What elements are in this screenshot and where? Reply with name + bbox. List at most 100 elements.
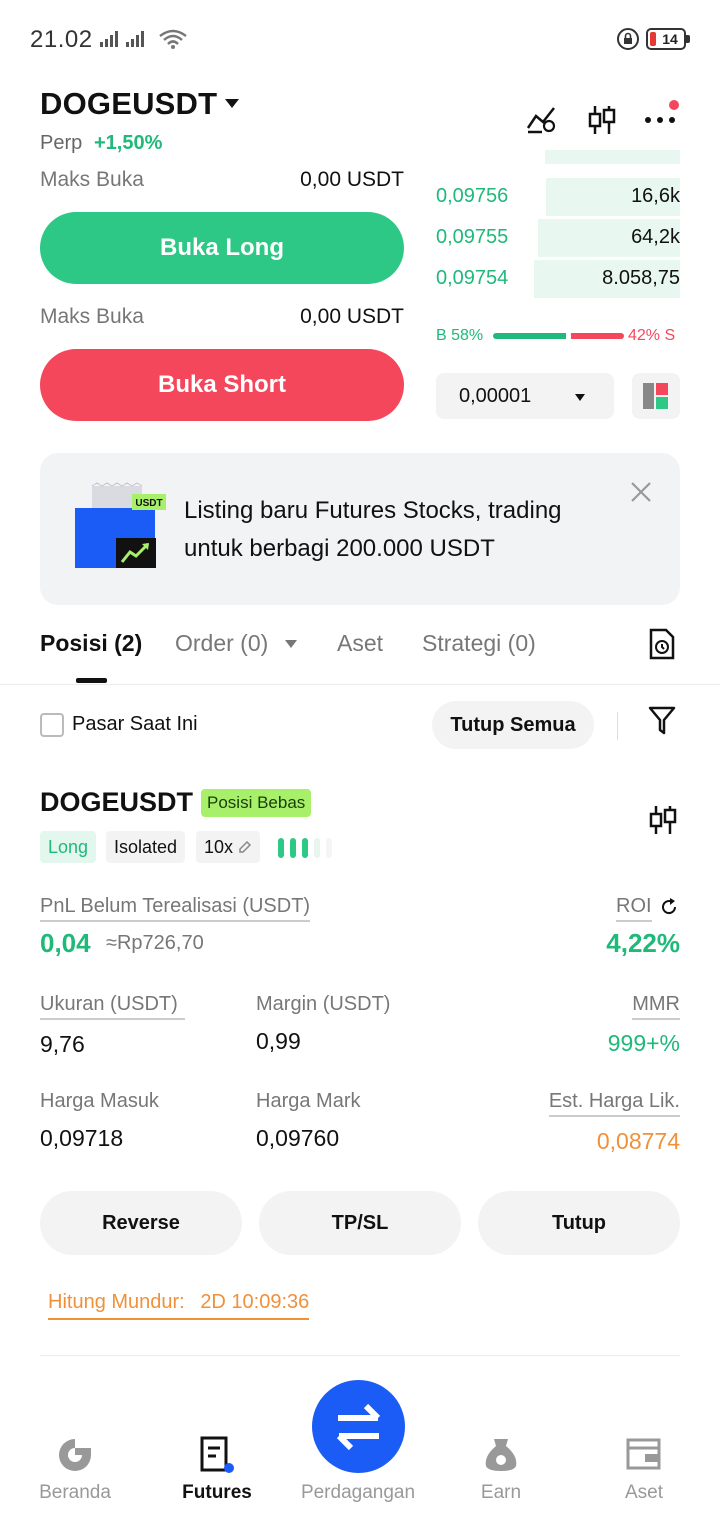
pnl-value: 0,04 [40,928,91,958]
entry-price-label: Harga Masuk [40,1090,159,1112]
orderbook-layout-button[interactable] [632,373,680,419]
nav-trade[interactable]: Perdagangan [288,1482,428,1504]
nav-assets[interactable]: Aset [574,1482,714,1504]
position-mode-badge: Posisi Bebas [201,789,312,817]
layout-icon [643,383,668,409]
open-short-button[interactable]: Buka Short [40,349,404,421]
tab-divider [0,684,720,685]
history-icon[interactable] [648,628,676,660]
close-all-button[interactable]: Tutup Semua [432,701,594,749]
pnl-idr-value: ≈Rp726,70 [106,932,204,954]
orderbook-qty: 64,2k [631,226,680,248]
banner-text: Listing baru Futures Stocks, trading unt… [184,497,562,562]
max-open-value: 0,00 USDT [300,168,404,191]
more-icon[interactable] [644,98,682,126]
buy-ratio: B 58% [436,327,484,344]
orderbook-row[interactable]: 0,09755 64,2k [436,219,680,257]
position-pair[interactable]: DOGEUSDT [40,787,193,818]
close-icon[interactable] [630,481,652,503]
orderbook-qty: 8.058,75 [602,267,680,289]
orderbook-cut-row [436,150,680,164]
tpsl-button[interactable]: TP/SL [259,1191,461,1255]
max-open-label: Maks Buka [40,305,144,328]
chart-settings-icon[interactable] [526,104,558,134]
leverage-value: 10x [204,837,234,857]
earn-icon[interactable] [482,1436,520,1474]
swap-icon [336,1403,381,1451]
max-open-label: Maks Buka [40,168,144,191]
tab-orders[interactable]: Order (0) [175,630,268,657]
contract-type: Perp [40,132,83,154]
price-change: +1,50% [94,132,163,154]
nav-earn[interactable]: Earn [431,1482,571,1504]
margin-value: 0,99 [256,1028,301,1054]
sell-ratio-bar [571,333,624,339]
pnl-label[interactable]: PnL Belum Terealisasi (USDT) [40,895,311,922]
roi-value: 4,22% [606,928,680,958]
leverage-tag[interactable]: 10x [196,831,260,863]
chevron-down-icon[interactable] [285,640,297,648]
orderbook-row[interactable]: 0,09754 8.058,75 [436,260,680,298]
orderbook-price: 0,09755 [436,226,509,248]
reverse-button[interactable]: Reverse [40,1191,242,1255]
mmr-label[interactable]: MMR [632,993,680,1020]
filter-icon[interactable] [648,705,676,735]
divider [40,1355,680,1356]
chevron-down-icon[interactable] [225,99,239,108]
pair-selector[interactable]: DOGEUSDT [40,86,217,122]
wallet-icon[interactable] [625,1436,663,1474]
size-value: 9,76 [40,1031,85,1057]
tab-positions[interactable]: Posisi (2) [40,630,142,657]
candlestick-icon[interactable] [648,804,678,836]
mark-price-label: Harga Mark [256,1090,361,1112]
orderbook-price: 0,09754 [436,267,509,289]
chevron-down-icon [575,394,585,401]
side-tag: Long [40,831,97,863]
sell-ratio: 42% S [628,327,676,344]
separator [617,712,618,740]
svg-text:USDT: USDT [135,498,162,509]
close-position-button[interactable]: Tutup [478,1191,680,1255]
tab-indicator [76,678,107,683]
futures-icon[interactable] [198,1436,236,1474]
mark-price-value: 0,09760 [256,1125,340,1151]
nav-futures[interactable]: Futures [147,1482,287,1504]
lock-rotation-icon [617,28,639,50]
max-open-value: 0,00 USDT [300,305,404,328]
adl-indicator-icon [278,838,332,858]
orderbook-row[interactable]: 0,09756 16,6k [436,178,680,216]
entry-price-value: 0,09718 [40,1125,124,1151]
roi-label[interactable]: ROI [616,895,652,922]
current-market-checkbox[interactable] [40,713,64,737]
tick-size-value: 0,00001 [459,385,532,407]
liq-price-label[interactable]: Est. Harga Lik. [548,1090,680,1117]
countdown-label: Hitung Mundur: [48,1291,185,1313]
size-label[interactable]: Ukuran (USDT) [40,993,185,1020]
refresh-icon[interactable] [659,897,679,917]
tab-assets[interactable]: Aset [337,630,383,657]
battery-indicator: 14 [646,28,686,50]
status-bar: 21.02 14 [0,0,720,78]
candlestick-icon[interactable] [587,104,617,136]
edit-icon [239,840,252,853]
wifi-icon [159,29,187,49]
countdown: Hitung Mundur: 2D 10:09:36 [48,1291,310,1320]
margin-label: Margin (USDT) [256,993,391,1015]
battery-tip [686,35,690,43]
mmr-value: 999+% [607,1030,680,1056]
signal-icon [100,31,144,47]
countdown-value: 2D 10:09:36 [200,1291,310,1313]
orderbook-price: 0,09756 [436,185,509,207]
current-market-label: Pasar Saat Ini [72,713,198,735]
orderbook-qty: 16,6k [631,185,680,207]
open-long-button[interactable]: Buka Long [40,212,404,284]
home-icon[interactable] [56,1436,94,1474]
margin-mode-tag: Isolated [106,831,186,863]
liq-price-value: 0,08774 [596,1128,680,1154]
status-time: 21.02 [30,26,93,53]
futures-stocks-icon: USDT [75,482,166,568]
nav-home[interactable]: Beranda [5,1482,145,1504]
tab-strategy[interactable]: Strategi (0) [422,630,536,657]
trade-button[interactable] [312,1380,405,1473]
buy-ratio-bar [493,333,566,339]
